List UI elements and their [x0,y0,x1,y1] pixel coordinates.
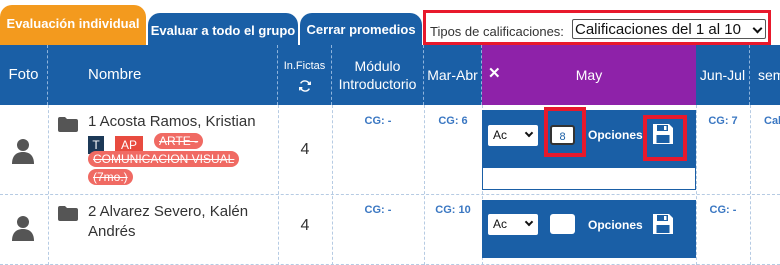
grade-input-highlight [544,107,586,157]
col-may-label: May [575,67,603,83]
grade-type-dropdown[interactable]: Ac [488,214,538,235]
tab-cerrar-promedios[interactable]: Cerrar promedios [300,13,422,45]
col-fictas-label: In.Fictas [283,60,326,72]
col-foto: Foto [0,45,48,105]
jun-jul-cg: CG: 7 [708,115,738,127]
grade-type-dropdown-value: Ac [493,217,508,231]
user-avatar-icon [12,139,34,164]
course-badge-text: ARTE - COMUNICACION VISUAL (7mo.) [88,133,240,185]
col-fictas[interactable]: In.Fictas [278,45,332,105]
mar-abr-cg: CG: 10 [435,204,471,216]
fichas-count: 4 [300,141,310,158]
jun-jul-cg: CG: - [709,204,737,216]
modulo-cg: CG: - [364,115,392,127]
chevron-down-icon [752,23,763,34]
chevron-down-icon [524,128,534,138]
semester-cg: Cal [764,115,780,127]
fichas-count: 4 [300,217,310,234]
tab-evaluacion-individual[interactable]: Evaluación individual [0,5,146,45]
grade-type-dropdown[interactable]: Ac [488,125,538,146]
chevron-down-icon [524,217,534,227]
col-nombre: Nombre [48,45,278,105]
student-name[interactable]: 2 Alvarez Severo, Kalén Andrés [88,202,278,242]
table-header: Foto Nombre In.Fictas Módulo Introductor… [0,45,780,105]
course-badge: ARTE - COMUNICACION VISUAL (7mo.) [88,132,240,186]
grade-type-highlight: Tipos de calificaciones: Calificaciones … [423,10,771,45]
save-icon[interactable] [652,213,674,235]
close-icon[interactable]: ✕ [488,65,501,83]
options-button[interactable]: Opciones [588,218,643,232]
col-jun-jul: Jun-Jul [696,45,750,105]
mar-abr-cg: CG: 6 [438,115,468,127]
col-mar-abr: Mar-Abr [424,45,482,105]
grade-type-select[interactable]: Calificaciones del 1 al 10 [572,19,766,39]
may-grade-panel-footer [482,168,696,190]
student-name[interactable]: 1 Acosta Ramos, Kristian [88,112,256,132]
may-grade-panel: Ac Opciones [482,200,696,258]
grade-type-label: Tipos de calificaciones: [430,24,564,39]
save-icon-highlight [643,115,687,161]
grade-type-selected: Calificaciones del 1 al 10 [575,21,741,38]
tab-evaluar-grupo[interactable]: Evaluar a todo el grupo [148,13,298,45]
folder-icon[interactable] [58,206,78,221]
col-may: ✕ May [482,45,696,105]
col-modulo-introductorio: Módulo Introductorio [332,45,424,105]
modulo-cg: CG: - [364,204,392,216]
user-avatar-icon [12,216,34,241]
options-button[interactable]: Opciones [588,128,643,142]
refresh-icon[interactable] [298,79,312,93]
folder-icon[interactable] [58,117,78,132]
col-semestre: sem [758,67,780,83]
grade-type-dropdown-value: Ac [493,128,508,142]
grade-input[interactable] [550,214,575,234]
